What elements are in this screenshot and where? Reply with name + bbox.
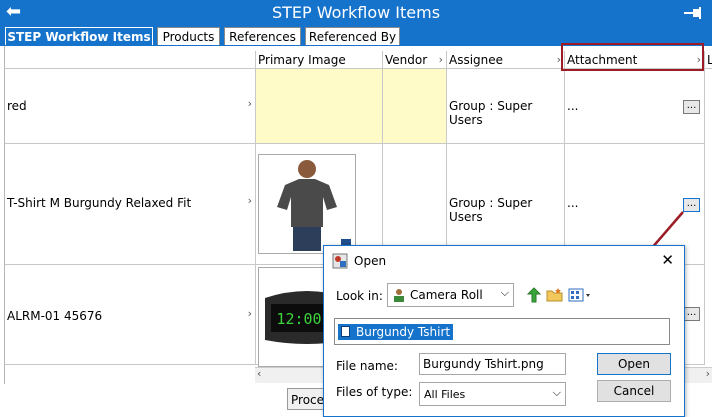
file-item-selected[interactable]: Burgundy Tshirt: [338, 324, 454, 340]
dialog-title: Open: [354, 254, 387, 268]
clock-display: 12:00: [276, 310, 321, 328]
attachment-value: ...: [567, 196, 579, 210]
assignee-value: Group : Super Users: [449, 99, 533, 127]
user-folder-icon: [394, 289, 404, 302]
open-file-dialog: Open ✕ Look in: Camera Roll ⌵ Burgundy T…: [323, 245, 685, 417]
column-header-primary-image[interactable]: Primary Image: [256, 51, 383, 69]
browse-attachment-button[interactable]: ...: [683, 307, 700, 321]
chevron-right-icon[interactable]: ›: [248, 194, 252, 207]
window-title: STEP Workflow Items: [271, 3, 441, 22]
table-row-name-cell[interactable]: T-Shirt M Burgundy Relaxed Fit ›: [5, 144, 256, 265]
chevron-down-icon[interactable]: ⌵: [553, 386, 561, 400]
scroll-left-icon[interactable]: ‹: [257, 367, 261, 380]
file-name-label: File name:: [336, 359, 398, 373]
file-item-name: Burgundy Tshirt: [356, 325, 451, 339]
view-menu-icon[interactable]: [568, 288, 592, 302]
chevron-down-icon[interactable]: ⌵: [501, 286, 509, 300]
tab-step-workflow-items[interactable]: STEP Workflow Items: [5, 27, 153, 45]
file-name-input[interactable]: Burgundy Tshirt.png: [419, 353, 566, 375]
row-name: red: [7, 99, 27, 113]
file-type-select[interactable]: All Files ⌵: [419, 382, 566, 406]
browse-attachment-button[interactable]: ...: [683, 198, 700, 212]
column-header-label: Vendor: [385, 53, 428, 67]
chevron-right-icon[interactable]: ›: [248, 307, 252, 320]
assignee-cell[interactable]: Group : Super Users: [447, 69, 565, 144]
chevron-right-icon[interactable]: ›: [439, 51, 443, 69]
look-in-select[interactable]: Camera Roll ⌵: [387, 283, 514, 307]
file-list[interactable]: Burgundy Tshirt: [334, 318, 670, 345]
column-header-label: Assignee: [449, 53, 504, 67]
file-type-value: All Files: [424, 388, 466, 401]
app-titlebar: ⬅ STEP Workflow Items: [0, 0, 712, 26]
attachment-cell[interactable]: ... ...: [565, 69, 705, 144]
open-button[interactable]: Open: [597, 353, 671, 375]
tshirt-thumbnail[interactable]: [258, 154, 356, 254]
column-header-assignee[interactable]: Assignee ›: [447, 51, 565, 69]
file-icon: [341, 326, 350, 337]
tab-referenced-by[interactable]: Referenced By: [305, 27, 400, 45]
table-row-name-cell[interactable]: ALRM-01 45676 ›: [5, 265, 256, 365]
primary-image-cell[interactable]: [256, 69, 383, 144]
pin-icon[interactable]: [682, 5, 704, 21]
look-in-label: Look in:: [336, 289, 383, 303]
tab-products[interactable]: Products: [157, 27, 220, 45]
attachment-header-highlight: [561, 43, 704, 71]
tshirt-image: [259, 155, 355, 253]
close-icon[interactable]: ✕: [661, 251, 674, 269]
assignee-value: Group : Super Users: [449, 196, 533, 224]
java-app-icon: [332, 253, 348, 269]
row-name: ALRM-01 45676: [7, 309, 103, 323]
new-folder-icon[interactable]: [546, 288, 564, 302]
look-in-value: Camera Roll: [410, 288, 483, 302]
column-header-vendor[interactable]: Vendor ›: [383, 51, 447, 69]
file-type-label: Files of type:: [336, 385, 413, 399]
proceed-button[interactable]: Proceed: [287, 388, 327, 410]
column-header-label: L: [707, 53, 712, 67]
dialog-titlebar: Open ✕: [324, 246, 684, 276]
row-name: T-Shirt M Burgundy Relaxed Fit: [7, 196, 192, 210]
scroll-right-icon[interactable]: ›: [706, 367, 710, 380]
column-header-extra[interactable]: L: [705, 51, 712, 69]
browse-attachment-button[interactable]: ...: [683, 100, 700, 114]
chevron-right-icon[interactable]: ›: [248, 97, 252, 110]
attachment-value: ...: [567, 99, 579, 113]
cancel-button[interactable]: Cancel: [597, 380, 671, 402]
vendor-cell[interactable]: [383, 69, 447, 144]
column-header-label: Primary Image: [258, 53, 346, 67]
up-folder-icon[interactable]: [526, 286, 542, 304]
table-row-name-cell[interactable]: red ›: [5, 69, 256, 144]
tab-references[interactable]: References: [224, 27, 301, 45]
column-header-name[interactable]: [5, 51, 256, 69]
